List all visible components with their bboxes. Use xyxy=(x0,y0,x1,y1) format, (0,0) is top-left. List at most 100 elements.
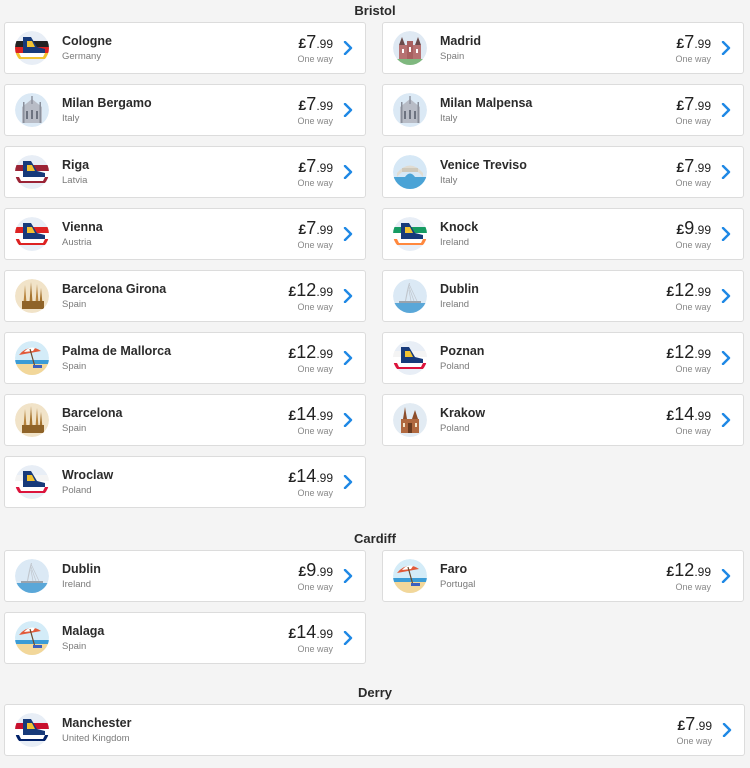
chevron-right-icon[interactable] xyxy=(341,103,355,117)
route-card-malaga[interactable]: Malaga Spain £14.99 One way xyxy=(4,612,366,664)
route-card-manchester[interactable]: Manchester United Kingdom £7.99 One way xyxy=(4,704,745,756)
trip-type-label: One way xyxy=(297,644,333,654)
destination-city: Dublin xyxy=(62,561,101,576)
price-block: £9.99 One way xyxy=(675,218,711,250)
route-card-wroclaw[interactable]: Wroclaw Poland £14.99 One way xyxy=(4,456,366,508)
destination-country: Ireland xyxy=(440,298,470,310)
trip-type-label: One way xyxy=(675,178,711,188)
route-card-palma-de-mallorca[interactable]: Palma de Mallorca Spain £12.99 One way xyxy=(4,332,366,384)
chevron-right-icon[interactable] xyxy=(719,413,733,427)
destination-country: Italy xyxy=(62,112,80,124)
chevron-right-icon[interactable] xyxy=(341,569,355,583)
chevron-right-icon[interactable] xyxy=(719,165,733,179)
route-card-cologne[interactable]: Cologne Germany £7.99 One way xyxy=(4,22,366,74)
fare-price: £12.99 xyxy=(288,280,333,302)
chevron-right-icon[interactable] xyxy=(341,351,355,365)
destination-country: Spain xyxy=(62,422,87,434)
destination-city: Madrid xyxy=(440,33,481,48)
fare-decimal: .99 xyxy=(316,161,333,175)
fare-decimal: .99 xyxy=(694,37,711,51)
fare-price: £12.99 xyxy=(666,280,711,302)
route-info: Cologne Germany xyxy=(62,33,297,64)
fare-price: £12.99 xyxy=(288,342,333,364)
fare-whole: 7 xyxy=(306,32,317,52)
chevron-right-icon[interactable] xyxy=(341,165,355,179)
route-card-poznan[interactable]: Poznan Poland £12.99 One way xyxy=(382,332,744,384)
route-info: Riga Latvia xyxy=(62,157,297,188)
route-info: Poznan Poland xyxy=(440,343,666,374)
chevron-right-icon[interactable] xyxy=(719,569,733,583)
milan-cathedral-icon xyxy=(393,93,427,127)
trip-type-label: One way xyxy=(675,240,711,250)
destination-city: Cologne xyxy=(62,33,112,48)
route-card-knock[interactable]: Knock Ireland £9.99 One way xyxy=(382,208,744,260)
fare-whole: 7 xyxy=(684,32,695,52)
fare-whole: 7 xyxy=(306,218,317,238)
route-info: Barcelona Spain xyxy=(62,405,288,436)
route-info: Dublin Ireland xyxy=(62,561,297,592)
destination-city: Malaga xyxy=(62,623,105,638)
beach-umbrella-icon xyxy=(15,621,49,655)
route-card-riga[interactable]: Riga Latvia £7.99 One way xyxy=(4,146,366,198)
fare-decimal: .99 xyxy=(316,37,333,51)
chevron-right-icon[interactable] xyxy=(719,103,733,117)
beach-umbrella-icon xyxy=(15,341,49,375)
route-card-faro[interactable]: Faro Portugal £12.99 One way xyxy=(382,550,744,602)
chevron-right-icon[interactable] xyxy=(720,723,734,737)
destination-country: Ireland xyxy=(440,236,470,248)
destination-city: Palma de Mallorca xyxy=(62,343,172,358)
route-info: Vienna Austria xyxy=(62,219,297,250)
fare-whole: 12 xyxy=(674,560,695,580)
fare-price: £12.99 xyxy=(666,342,711,364)
chevron-right-icon[interactable] xyxy=(719,289,733,303)
chevron-right-icon[interactable] xyxy=(341,289,355,303)
destination-country: Spain xyxy=(62,298,87,310)
route-card-krakow[interactable]: Krakow Poland £14.99 One way xyxy=(382,394,744,446)
chevron-right-icon[interactable] xyxy=(341,631,355,645)
chevron-right-icon[interactable] xyxy=(719,41,733,55)
fare-decimal: .99 xyxy=(694,565,711,579)
route-card-barcelona[interactable]: Barcelona Spain £14.99 One way xyxy=(4,394,366,446)
price-block: £7.99 One way xyxy=(297,94,333,126)
route-info: Krakow Poland xyxy=(440,405,666,436)
krakow-church-icon xyxy=(393,403,427,437)
trip-type-label: One way xyxy=(675,54,711,64)
fare-whole: 14 xyxy=(674,404,695,424)
fare-price: £14.99 xyxy=(288,466,333,488)
fare-whole: 7 xyxy=(684,156,695,176)
fare-decimal: .99 xyxy=(316,223,333,237)
fare-decimal: .99 xyxy=(694,285,711,299)
destination-country: Latvia xyxy=(62,174,88,186)
destination-city: Venice Treviso xyxy=(440,157,527,172)
fare-price: £14.99 xyxy=(288,622,333,644)
route-info: Knock Ireland xyxy=(440,219,675,250)
destination-country: Spain xyxy=(62,360,87,372)
route-card-dublin[interactable]: Dublin Ireland £9.99 One way xyxy=(4,550,366,602)
chevron-right-icon[interactable] xyxy=(719,227,733,241)
route-card-vienna[interactable]: Vienna Austria £7.99 One way xyxy=(4,208,366,260)
fare-whole: 14 xyxy=(296,404,317,424)
destination-country: Poland xyxy=(440,422,470,434)
route-card-dublin[interactable]: Dublin Ireland £12.99 One way xyxy=(382,270,744,322)
route-card-venice-treviso[interactable]: Venice Treviso Italy £7.99 One way xyxy=(382,146,744,198)
route-grid-derry: Manchester United Kingdom £7.99 One way xyxy=(0,704,750,756)
trip-type-label: One way xyxy=(675,364,711,374)
chevron-right-icon[interactable] xyxy=(341,41,355,55)
chevron-right-icon[interactable] xyxy=(341,413,355,427)
route-card-barcelona-girona[interactable]: Barcelona Girona Spain £12.99 One way xyxy=(4,270,366,322)
route-card-madrid[interactable]: Madrid Spain £7.99 One way xyxy=(382,22,744,74)
section-title-bristol: Bristol xyxy=(354,3,396,18)
chevron-right-icon[interactable] xyxy=(341,227,355,241)
chevron-right-icon[interactable] xyxy=(719,351,733,365)
trip-type-label: One way xyxy=(297,426,333,436)
route-card-milan-malpensa[interactable]: Milan Malpensa Italy £7.99 One way xyxy=(382,84,744,136)
fare-price: £7.99 xyxy=(299,94,334,116)
route-grid-cardiff: Dublin Ireland £9.99 One way Faro Portug… xyxy=(0,550,750,664)
fare-decimal: .99 xyxy=(316,285,333,299)
route-card-milan-bergamo[interactable]: Milan Bergamo Italy £7.99 One way xyxy=(4,84,366,136)
chevron-right-icon[interactable] xyxy=(341,475,355,489)
fare-decimal: .99 xyxy=(694,99,711,113)
fare-decimal: .99 xyxy=(316,565,333,579)
dublin-bridge-icon xyxy=(15,559,49,593)
fare-price: £7.99 xyxy=(677,94,712,116)
